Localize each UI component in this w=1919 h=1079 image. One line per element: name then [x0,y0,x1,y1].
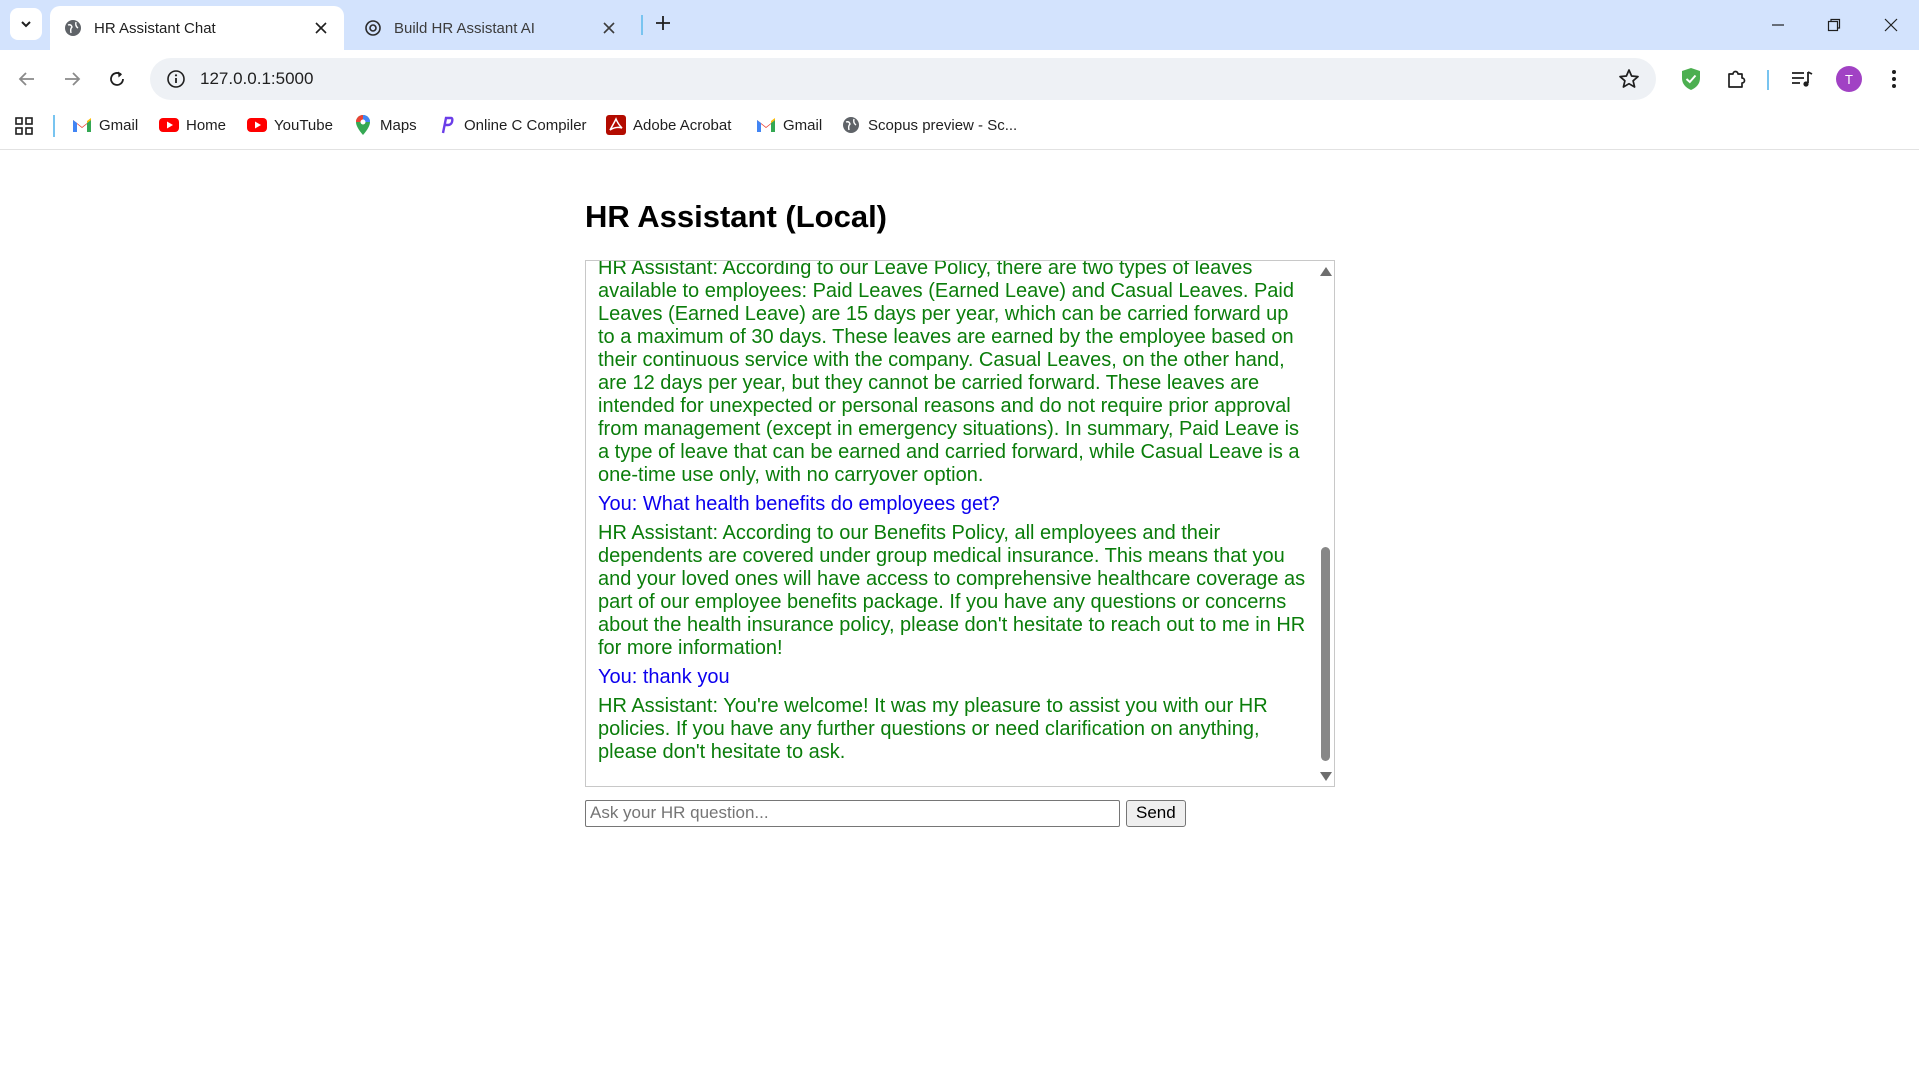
bookmark-label: Maps [380,116,417,134]
forward-button[interactable] [56,63,88,95]
user-message: You: thank you [598,666,730,688]
chat-messages: HR Assistant: According to our Leave Pol… [598,260,1310,770]
bot-message: HR Assistant: According to our Benefits … [598,522,1306,659]
tab-title: HR Assistant Chat [94,19,216,37]
user-message: You: What health benefits do employees g… [598,493,1000,515]
chat-history[interactable]: HR Assistant: According to our Leave Pol… [585,260,1335,787]
bookmark-label: Gmail [99,116,139,134]
shield-extension-icon[interactable] [1677,65,1705,93]
bookmark-gmail[interactable]: Gmail [72,110,138,140]
globe-icon [64,19,82,37]
tab-title: Build HR Assistant AI [394,19,535,37]
url-text[interactable]: 127.0.0.1:5000 [200,69,313,89]
reload-icon [110,71,124,86]
close-icon [1884,18,1898,32]
page-content: HR Assistant (Local) HR Assistant: Accor… [0,151,1919,1079]
restore-button[interactable] [1819,10,1849,40]
globe-icon [841,115,861,135]
bookmark-label: Home [186,116,227,134]
tab-search-button[interactable] [10,8,42,40]
chat-scrollbar[interactable] [1316,261,1334,786]
bot-message: HR Assistant: You're welcome! It was my … [598,695,1268,763]
bookmark-adobe-acrobat[interactable]: Adobe Acrobat [606,110,731,140]
bookmark-gmail-2[interactable]: Gmail [756,110,822,140]
send-button[interactable]: Send [1126,799,1186,827]
media-control-icon[interactable] [1788,65,1816,93]
gmail-icon [756,115,776,135]
close-window-button[interactable] [1876,10,1906,40]
bookmark-star-icon[interactable] [1618,68,1640,90]
minimize-icon [1772,24,1784,26]
bookmark-youtube[interactable]: YouTube [247,110,333,140]
arrow-left-icon [18,72,34,86]
bookmark-home[interactable]: Home [159,110,226,140]
site-info-icon[interactable] [156,58,196,100]
bookmark-label: Scopus preview - Sc... [868,116,1018,134]
apps-grid-icon[interactable] [14,116,34,136]
arrow-right-icon [65,72,81,86]
bookmark-online-c-compiler[interactable]: Online C Compiler [437,110,587,140]
browser-toolbar: 127.0.0.1:5000 T [0,50,1919,108]
back-button[interactable] [11,63,43,95]
page-title: HR Assistant (Local) [585,199,888,234]
bot-message: HR Assistant: According to our Leave Pol… [598,260,1300,486]
close-tab-icon[interactable] [600,19,618,37]
youtube-icon [247,115,267,135]
bookmark-label: Online C Compiler [464,116,587,134]
reload-button[interactable] [101,63,133,95]
maps-pin-icon [353,115,373,135]
minimize-button[interactable] [1763,10,1793,40]
address-bar[interactable]: 127.0.0.1:5000 [150,58,1656,100]
plus-icon [656,16,670,30]
tab-separator [641,15,643,35]
bookmark-maps[interactable]: Maps [353,110,417,140]
bookmark-scopus-preview[interactable]: Scopus preview - Sc... [841,110,1017,140]
compiler-icon [437,115,457,135]
profile-avatar[interactable]: T [1836,66,1862,92]
close-tab-icon[interactable] [312,19,330,37]
restore-icon [1827,18,1841,32]
bookmarks-separator [53,115,55,137]
extensions-puzzle-icon[interactable] [1722,65,1750,93]
chat-input-row: Send [585,799,1186,827]
more-vertical-icon [1892,70,1896,88]
scrollbar-thumb[interactable] [1321,547,1330,761]
chevron-down-icon [21,21,31,28]
bookmark-label: YouTube [274,116,333,134]
question-input[interactable] [585,799,1120,827]
new-tab-button[interactable] [652,12,674,34]
toolbar-separator [1767,70,1769,90]
bookmark-label: Gmail [783,116,823,134]
youtube-icon [159,115,179,135]
browser-menu-button[interactable] [1880,65,1908,93]
scroll-down-arrow-icon[interactable] [1320,772,1332,781]
bookmark-label: Adobe Acrobat [633,116,732,134]
tab-hr-assistant-chat[interactable]: HR Assistant Chat [50,6,344,50]
adobe-acrobat-icon [606,115,626,135]
scroll-up-arrow-icon[interactable] [1320,267,1332,276]
gmail-icon [72,115,92,135]
openai-icon [364,19,382,37]
tab-build-hr-assistant-ai[interactable]: Build HR Assistant AI [350,6,632,50]
tab-strip: HR Assistant Chat Build HR Assistant AI [0,0,1919,50]
